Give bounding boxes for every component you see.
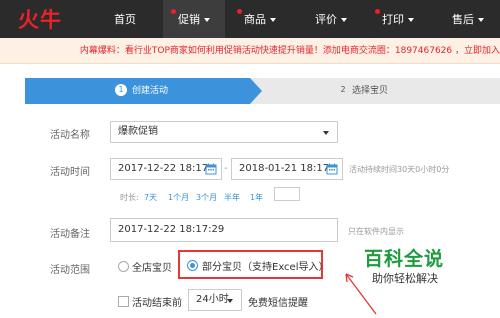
new-dot-icon: [171, 9, 176, 14]
nav-item-aftersale[interactable]: 售后: [444, 0, 492, 38]
chevron-down-icon: [323, 131, 329, 135]
chevron-down-icon: [478, 18, 484, 22]
duration-prefix: 时长:: [120, 193, 139, 202]
chevron-down-icon: [227, 299, 233, 303]
scope-partial-radio[interactable]: [187, 260, 198, 271]
end-time-input[interactable]: 2018-01-21 18:17: [231, 158, 343, 180]
activity-name-label: 活动名称: [50, 130, 90, 141]
new-dot-icon: [375, 9, 380, 14]
duration-option-1m[interactable]: 1个月: [168, 192, 189, 203]
start-time-input[interactable]: 2017-12-22 18:17: [110, 158, 222, 180]
step-number: 2: [340, 84, 346, 94]
step-select-items: 2 选择宝贝: [339, 78, 388, 104]
chevron-down-icon: [270, 18, 276, 22]
step-create-activity: 1 创建活动: [115, 78, 168, 104]
notice-text[interactable]: 内幕爆料：看行业TOP商家如何利用促销活动快速提升销量！添加电商交流圈：1897…: [80, 38, 500, 64]
end-time-value: 2018-01-21 18:17: [239, 163, 330, 174]
notice-bar: 内幕爆料：看行业TOP商家如何利用促销活动快速提升销量！添加电商交流圈：1897…: [0, 38, 500, 64]
activity-remark-label: 活动备注: [50, 229, 90, 240]
huoniu-logo[interactable]: 火 牛: [18, 6, 66, 32]
duration-hint: 活动持续时间30天0小时0分: [349, 165, 450, 174]
pointer-arrow: [345, 273, 377, 315]
top-nav: 火 牛 首页 促销 商品 评价 打印 售后: [0, 0, 500, 38]
duration-option-7d[interactable]: 7天: [144, 192, 157, 203]
step-number: 1: [115, 83, 127, 96]
watermark-title: 百科全说: [364, 248, 445, 270]
remind-time-select[interactable]: 24小时: [188, 289, 242, 311]
chevron-down-icon: [341, 18, 347, 22]
calendar-icon[interactable]: [326, 163, 338, 175]
svg-text:牛: 牛: [40, 8, 61, 32]
watermark-subtitle: 助你轻松解决: [372, 272, 438, 285]
duration-option-3m[interactable]: 3个月: [196, 192, 217, 203]
calendar-icon[interactable]: [205, 163, 217, 175]
chevron-down-icon: [408, 18, 414, 22]
nav-item-home[interactable]: 首页: [106, 0, 144, 38]
scope-partial-label[interactable]: 部分宝贝（支持Excel导入）: [202, 258, 329, 273]
nav-item-label: 售后: [452, 13, 474, 26]
nav-item-review[interactable]: 评价: [307, 0, 355, 38]
time-range-dash: -: [224, 163, 228, 174]
nav-item-print[interactable]: 打印: [372, 0, 424, 38]
nav-item-label: 评价: [315, 13, 337, 26]
duration-option-1y[interactable]: 1年: [250, 192, 263, 203]
activity-scope-label: 活动范围: [50, 265, 90, 276]
remind-label: 活动结束前: [132, 298, 182, 309]
activity-name-value: 爆款促销: [118, 126, 158, 137]
step-arrow: [250, 78, 262, 104]
remark-hint: 只在软件内显示: [348, 227, 404, 236]
svg-text:火: 火: [18, 8, 39, 32]
nav-item-label: 首页: [114, 13, 136, 26]
duration-option-half-year[interactable]: 半年: [224, 192, 240, 203]
new-dot-icon: [237, 9, 242, 14]
start-time-value: 2017-12-22 18:17: [118, 163, 209, 174]
page: 火 牛 首页 促销 商品 评价 打印 售后 内幕爆料：看行业TOP商家如何利用促…: [0, 0, 500, 318]
scope-all-label[interactable]: 全店宝贝: [132, 259, 172, 274]
remind-time-value: 24小时: [196, 294, 229, 305]
chevron-down-icon: [204, 18, 210, 22]
nav-item-label: 打印: [382, 13, 404, 26]
activity-time-label: 活动时间: [50, 167, 90, 178]
activity-remark-input[interactable]: 2017-12-22 18:17:29: [110, 218, 338, 242]
activity-remark-value: 2017-12-22 18:17:29: [118, 224, 225, 235]
scope-all-radio[interactable]: [118, 261, 129, 272]
step-label: 选择宝贝: [352, 86, 389, 96]
activity-name-select[interactable]: 爆款促销: [110, 121, 338, 143]
custom-duration-input[interactable]: [274, 187, 300, 201]
nav-item-promotion[interactable]: 促销: [163, 0, 225, 38]
step-label: 创建活动: [132, 86, 169, 96]
nav-item-label: 促销: [178, 13, 200, 26]
remind-checkbox[interactable]: [118, 296, 129, 307]
nav-item-goods[interactable]: 商品: [234, 0, 286, 38]
nav-item-label: 商品: [244, 13, 266, 26]
step-progress: 1 创建活动 2 选择宝贝: [25, 78, 500, 104]
remind-suffix: 免费短信提醒: [248, 298, 308, 309]
